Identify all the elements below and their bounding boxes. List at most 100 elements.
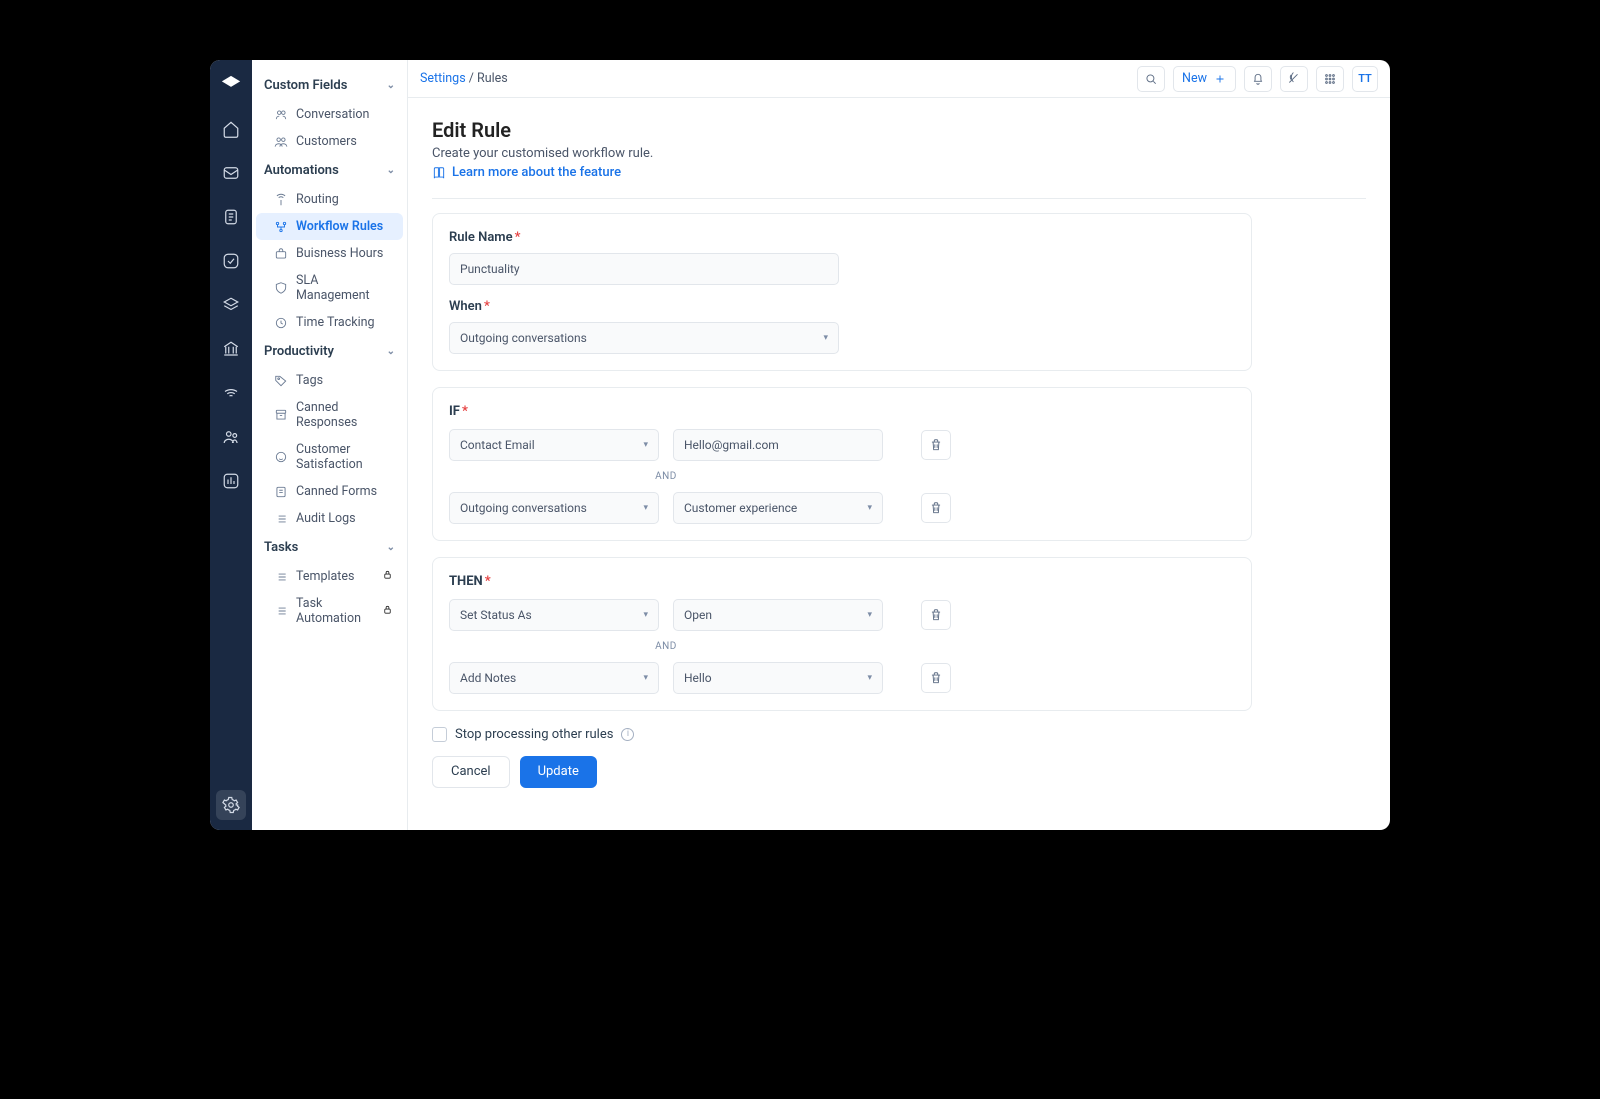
sidebar-item-task-automation[interactable]: Task Automation — [256, 590, 403, 632]
when-label: When* — [449, 299, 1235, 314]
learn-more-link[interactable]: Learn more about the feature — [432, 165, 621, 180]
team-icon[interactable] — [216, 422, 246, 452]
layers-icon[interactable] — [216, 290, 246, 320]
stop-processing-checkbox[interactable] — [432, 727, 447, 742]
bank-icon[interactable] — [216, 334, 246, 364]
side-group-title: Productivity — [264, 344, 334, 359]
sidebar-item-time-tracking[interactable]: Time Tracking — [256, 309, 403, 336]
if-row-1: Outgoing conversations▾ Customer experie… — [449, 492, 1235, 524]
search-button[interactable] — [1137, 66, 1165, 92]
side-group-automations[interactable]: Automations ⌄ — [252, 155, 407, 186]
people-icon — [274, 108, 288, 122]
then-row-1: Add Notes▾ Hello▾ — [449, 662, 1235, 694]
delete-row-button[interactable] — [921, 600, 951, 630]
if-field-select[interactable]: Contact Email▾ — [449, 429, 659, 461]
sidebar-item-label: Tags — [296, 373, 323, 388]
sidebar-item-label: Task Automation — [296, 596, 374, 626]
rule-name-input[interactable]: Punctuality — [449, 253, 839, 285]
and-label: AND — [449, 631, 883, 662]
sidebar-item-label: Conversation — [296, 107, 369, 122]
breadcrumb-parent[interactable]: Settings — [420, 71, 466, 86]
sidebar-item-templates[interactable]: Templates — [256, 563, 403, 590]
sidebar-item-csat[interactable]: Customer Satisfaction — [256, 436, 403, 478]
logo-icon[interactable] — [216, 70, 246, 100]
check-icon[interactable] — [216, 246, 246, 276]
sidebar-item-routing[interactable]: Routing — [256, 186, 403, 213]
side-group-custom-fields[interactable]: Custom Fields ⌄ — [252, 70, 407, 101]
page-subtitle: Create your customised workflow rule. — [432, 146, 1366, 161]
delete-row-button[interactable] — [921, 430, 951, 460]
flow-icon — [274, 220, 288, 234]
sidebar-item-canned-responses[interactable]: Canned Responses — [256, 394, 403, 436]
breadcrumb-separator: / — [469, 71, 477, 86]
lock-icon — [382, 569, 393, 584]
tag-icon — [274, 374, 288, 388]
book-icon — [432, 166, 446, 180]
update-button[interactable]: Update — [520, 756, 597, 788]
home-icon[interactable] — [216, 114, 246, 144]
sidebar-item-sla[interactable]: SLA Management — [256, 267, 403, 309]
sidebar-item-canned-forms[interactable]: Canned Forms — [256, 478, 403, 505]
list-icon — [274, 512, 288, 526]
form-icon — [274, 485, 288, 499]
settings-icon[interactable] — [216, 790, 246, 820]
list-icon — [274, 570, 288, 584]
then-row-0: Set Status As▾ Open▾ — [449, 599, 1235, 631]
broadcast-button[interactable] — [1280, 66, 1308, 92]
stop-processing-label: Stop processing other rules — [455, 727, 613, 742]
when-value: Outgoing conversations — [460, 331, 587, 345]
delete-row-button[interactable] — [921, 493, 951, 523]
sidebar-item-customers[interactable]: Customers — [256, 128, 403, 155]
doc-icon[interactable] — [216, 202, 246, 232]
sidebar-item-label: Workflow Rules — [296, 219, 383, 234]
nav-rail — [210, 60, 252, 830]
chevron-down-icon: ⌄ — [387, 165, 395, 176]
delete-row-button[interactable] — [921, 663, 951, 693]
sidebar-item-audit-logs[interactable]: Audit Logs — [256, 505, 403, 532]
rule-name-value: Punctuality — [460, 262, 520, 276]
when-select[interactable]: Outgoing conversations ▾ — [449, 322, 839, 354]
side-group-title: Custom Fields — [264, 78, 347, 93]
sidebar-item-conversation[interactable]: Conversation — [256, 101, 403, 128]
apps-button[interactable] — [1316, 66, 1344, 92]
then-value-select[interactable]: Hello▾ — [673, 662, 883, 694]
side-group-productivity[interactable]: Productivity ⌄ — [252, 336, 407, 367]
sidebar-item-label: Customers — [296, 134, 357, 149]
then-value-select[interactable]: Open▾ — [673, 599, 883, 631]
if-label: IF* — [449, 404, 1235, 419]
notifications-button[interactable] — [1244, 66, 1272, 92]
cancel-button[interactable]: Cancel — [432, 756, 510, 788]
clock-icon — [274, 316, 288, 330]
new-button-label: New — [1182, 71, 1207, 86]
chart-icon[interactable] — [216, 466, 246, 496]
breadcrumb: Settings / Rules — [420, 71, 508, 86]
plus-icon — [1213, 72, 1227, 86]
divider — [432, 198, 1366, 199]
sidebar-item-workflow-rules[interactable]: Workflow Rules — [256, 213, 403, 240]
smile-icon — [274, 450, 288, 464]
rule-basic-card: Rule Name* Punctuality When* Outgoing co… — [432, 213, 1252, 371]
then-action-select[interactable]: Add Notes▾ — [449, 662, 659, 694]
then-label: THEN* — [449, 574, 1235, 589]
if-value-input[interactable]: Hello@gmail.com — [673, 429, 883, 461]
chevron-down-icon: ▾ — [823, 333, 828, 343]
wifi-icon[interactable] — [216, 378, 246, 408]
info-icon[interactable]: i — [621, 728, 634, 741]
briefcase-icon — [274, 247, 288, 261]
then-action-select[interactable]: Set Status As▾ — [449, 599, 659, 631]
mail-icon[interactable] — [216, 158, 246, 188]
chevron-down-icon: ⌄ — [387, 346, 395, 357]
new-button[interactable]: New — [1173, 66, 1236, 92]
sidebar-item-business-hours[interactable]: Buisness Hours — [256, 240, 403, 267]
chevron-down-icon: ⌄ — [387, 80, 395, 91]
user-avatar[interactable]: TT — [1352, 66, 1378, 92]
list-icon — [274, 604, 288, 618]
sidebar-item-label: SLA Management — [296, 273, 393, 303]
if-value-select[interactable]: Customer experience▾ — [673, 492, 883, 524]
if-field-select[interactable]: Outgoing conversations▾ — [449, 492, 659, 524]
lock-icon — [382, 604, 393, 619]
sidebar-item-tags[interactable]: Tags — [256, 367, 403, 394]
side-group-tasks[interactable]: Tasks ⌄ — [252, 532, 407, 563]
archive-icon — [274, 408, 288, 422]
and-label: AND — [449, 461, 883, 492]
